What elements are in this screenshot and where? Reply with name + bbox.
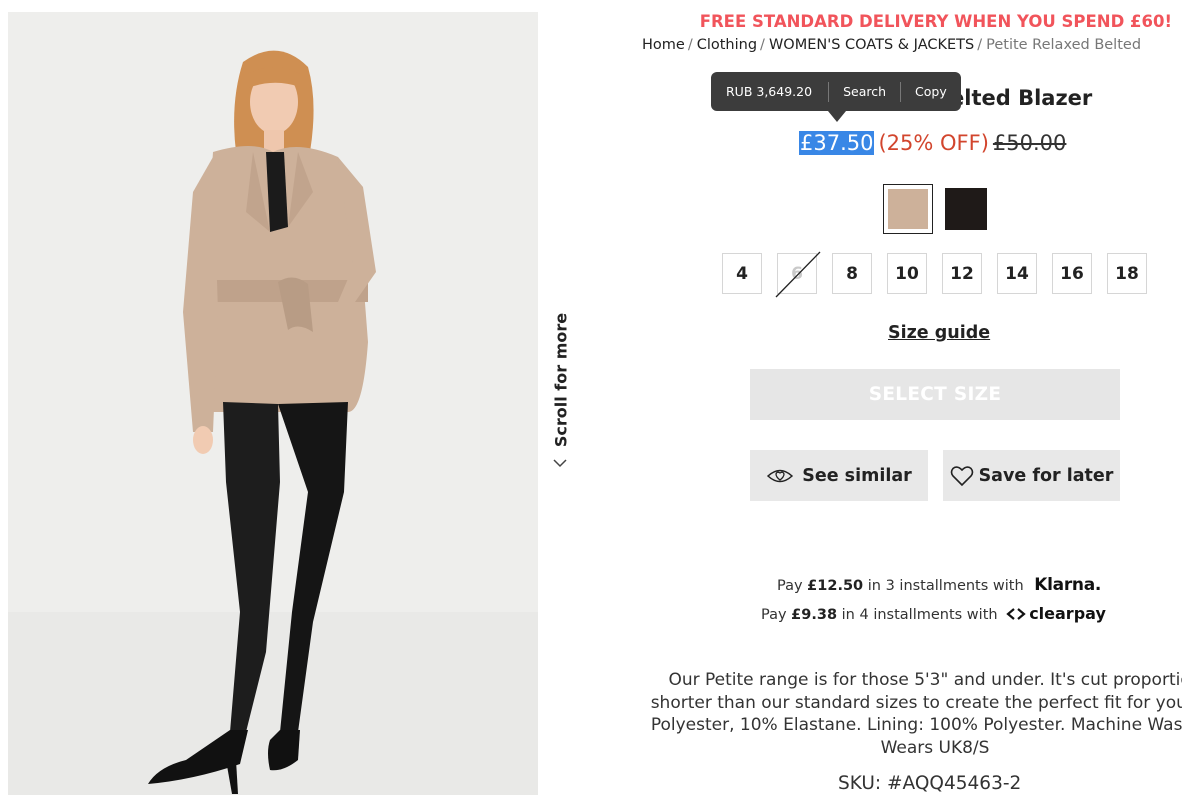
size-option[interactable]: 14	[997, 253, 1037, 294]
price-row: £37.50 (25% OFF) £50.00	[799, 131, 1066, 155]
breadcrumb-separator: /	[977, 37, 983, 53]
description-line: Wears UK8/S	[880, 737, 990, 758]
klarna-installments: Pay £12.50 in 3 installments with Klarna…	[777, 575, 1102, 595]
breadcrumb: Home / Clothing / WOMEN'S COATS & JACKETS / Pe…	[642, 37, 1141, 53]
size-option[interactable]: 18	[1107, 253, 1147, 294]
breadcrumb-separator: /	[760, 37, 765, 53]
popup-currency-conversion[interactable]: RUB 3,649.20	[711, 84, 828, 99]
swatch-camel[interactable]	[883, 184, 933, 234]
product-sku: SKU: #AQQ45463-2	[838, 773, 1022, 794]
size-option[interactable]: 8	[832, 253, 872, 294]
popup-copy-button[interactable]: Copy	[901, 84, 961, 99]
product-image[interactable]	[8, 12, 538, 795]
size-option[interactable]: 12	[942, 253, 982, 294]
description-line: Polyester, 10% Elastane. Lining: 100% Po…	[650, 715, 1182, 735]
price-discount: (25% OFF)	[878, 131, 989, 155]
size-selector: 4 6 8 10 12 14 16 18	[722, 251, 1147, 298]
size-option-unavailable[interactable]: 6	[775, 251, 821, 298]
klarna-amount: £12.50	[807, 578, 864, 594]
swatch-black[interactable]	[941, 184, 991, 234]
popup-arrow	[828, 111, 846, 122]
size-option[interactable]: 16	[1052, 253, 1092, 294]
breadcrumb-home[interactable]: Home	[642, 37, 685, 53]
strike-icon	[775, 251, 821, 298]
selection-popup: RUB 3,649.20 Search Copy	[711, 72, 961, 122]
clearpay-installments: Pay £9.38 in 4 installments with clearpa…	[761, 604, 1106, 623]
see-similar-label: See similar	[802, 465, 912, 486]
scroll-for-more[interactable]: Scroll for more	[548, 312, 574, 472]
see-similar-button[interactable]: See similar	[750, 450, 928, 501]
promo-banner[interactable]: FREE STANDARD DELIVERY WHEN YOU SPEND £6…	[700, 12, 1172, 31]
chevron-down-icon	[553, 459, 567, 468]
save-for-later-button[interactable]: Save for later	[943, 450, 1120, 501]
save-for-later-label: Save for later	[978, 465, 1114, 486]
popup-search-button[interactable]: Search	[829, 84, 900, 99]
size-option[interactable]: 10	[887, 253, 927, 294]
colour-swatches	[883, 184, 991, 234]
clearpay-mark-icon	[1006, 608, 1026, 620]
breadcrumb-separator: /	[687, 37, 693, 53]
product-title: elted Blazer	[950, 86, 1093, 110]
scroll-hint-label: Scroll for more	[551, 312, 571, 448]
size-guide-link[interactable]: Size guide	[888, 323, 990, 343]
product-description: Our Petite range is for those 5'3" and u…	[608, 669, 1182, 759]
description-line: Our Petite range is for those 5'3" and u…	[668, 670, 1182, 690]
breadcrumb-coats-jackets[interactable]: WOMEN'S COATS & JACKETS	[769, 37, 974, 53]
breadcrumb-current: Petite Relaxed Belted	[986, 37, 1142, 53]
price-original: £50.00	[992, 131, 1067, 155]
eye-icon	[767, 469, 794, 482]
select-size-button[interactable]: SELECT SIZE	[750, 369, 1120, 420]
price-current: £37.50	[799, 131, 875, 155]
size-option[interactable]: 4	[722, 253, 762, 294]
breadcrumb-clothing[interactable]: Clothing	[697, 37, 757, 53]
klarna-logo[interactable]: Klarna.	[1034, 575, 1101, 595]
description-line: shorter than our standard sizes to creat…	[650, 692, 1182, 713]
clearpay-logo[interactable]: clearpay	[1006, 604, 1106, 623]
clearpay-amount: £9.38	[791, 607, 838, 623]
heart-icon	[950, 465, 973, 486]
